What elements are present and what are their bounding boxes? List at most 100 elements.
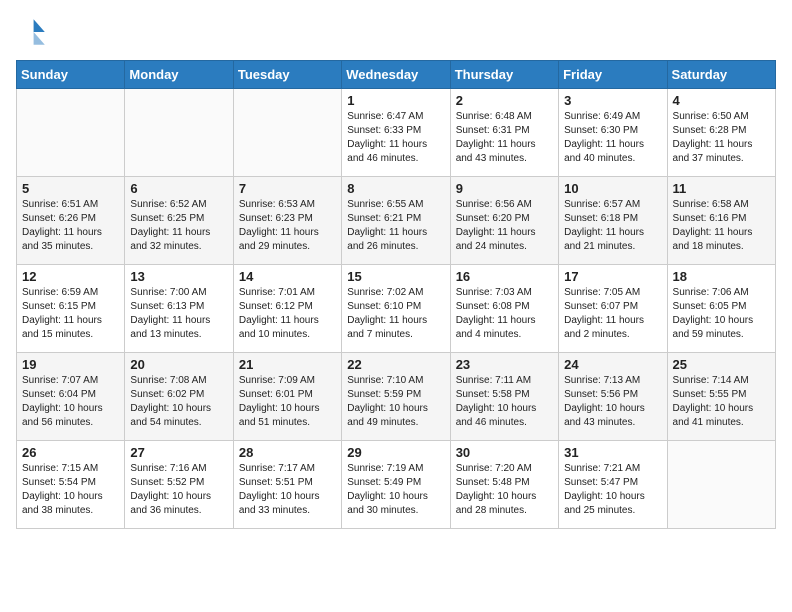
day-info: Sunrise: 6:58 AM Sunset: 6:16 PM Dayligh… bbox=[673, 198, 770, 254]
day-info: Sunrise: 7:14 AM Sunset: 5:55 PM Dayligh… bbox=[673, 374, 770, 430]
day-number: 27 bbox=[130, 445, 227, 460]
day-number: 11 bbox=[673, 181, 770, 196]
day-info: Sunrise: 6:47 AM Sunset: 6:33 PM Dayligh… bbox=[347, 110, 444, 166]
day-info: Sunrise: 6:52 AM Sunset: 6:25 PM Dayligh… bbox=[130, 198, 227, 254]
day-number: 23 bbox=[456, 357, 553, 372]
day-number: 10 bbox=[564, 181, 661, 196]
day-number: 19 bbox=[22, 357, 119, 372]
day-number: 1 bbox=[347, 93, 444, 108]
calendar-cell: 8 Sunrise: 6:55 AM Sunset: 6:21 PM Daylig… bbox=[342, 177, 450, 265]
calendar-cell: 25 Sunrise: 7:14 AM Sunset: 5:55 PM Dayli… bbox=[667, 353, 775, 441]
page-header bbox=[16, 16, 776, 48]
calendar-cell: 3 Sunrise: 6:49 AM Sunset: 6:30 PM Daylig… bbox=[559, 89, 667, 177]
day-number: 20 bbox=[130, 357, 227, 372]
day-info: Sunrise: 6:56 AM Sunset: 6:20 PM Dayligh… bbox=[456, 198, 553, 254]
day-info: Sunrise: 6:50 AM Sunset: 6:28 PM Dayligh… bbox=[673, 110, 770, 166]
day-number: 14 bbox=[239, 269, 336, 284]
day-number: 8 bbox=[347, 181, 444, 196]
calendar-cell bbox=[667, 441, 775, 529]
calendar-cell: 27Sunrise: 7:16 AM Sunset: 5:52 PM Dayli… bbox=[125, 441, 233, 529]
calendar-table: SundayMondayTuesdayWednesdayThursdayFrid… bbox=[16, 60, 776, 529]
calendar-cell: 15 Sunrise: 7:02 AM Sunset: 6:10 PM Dayli… bbox=[342, 265, 450, 353]
calendar-cell: 12 Sunrise: 6:59 AM Sunset: 6:15 PM Dayli… bbox=[17, 265, 125, 353]
weekday-header-thursday: Thursday bbox=[450, 61, 558, 89]
calendar-cell: 30 Sunrise: 7:20 AM Sunset: 5:48 PM Dayli… bbox=[450, 441, 558, 529]
day-info: Sunrise: 7:02 AM Sunset: 6:10 PM Dayligh… bbox=[347, 286, 444, 342]
calendar-cell: 2 Sunrise: 6:48 AM Sunset: 6:31 PM Daylig… bbox=[450, 89, 558, 177]
calendar-cell: 5 Sunrise: 6:51 AM Sunset: 6:26 PM Daylig… bbox=[17, 177, 125, 265]
day-info: Sunrise: 7:21 AM Sunset: 5:47 PM Dayligh… bbox=[564, 462, 661, 518]
weekday-header-friday: Friday bbox=[559, 61, 667, 89]
day-info: Sunrise: 7:03 AM Sunset: 6:08 PM Dayligh… bbox=[456, 286, 553, 342]
calendar-cell: 10 Sunrise: 6:57 AM Sunset: 6:18 PM Dayli… bbox=[559, 177, 667, 265]
day-number: 12 bbox=[22, 269, 119, 284]
day-number: 24 bbox=[564, 357, 661, 372]
calendar-cell bbox=[233, 89, 341, 177]
weekday-header-wednesday: Wednesday bbox=[342, 61, 450, 89]
calendar-cell: 23 Sunrise: 7:11 AM Sunset: 5:58 PM Dayli… bbox=[450, 353, 558, 441]
calendar-cell: 18 Sunrise: 7:06 AM Sunset: 6:05 PM Dayli… bbox=[667, 265, 775, 353]
calendar-week-row: 26 Sunrise: 7:15 AM Sunset: 5:54 PM Dayli… bbox=[17, 441, 776, 529]
weekday-header-saturday: Saturday bbox=[667, 61, 775, 89]
calendar-week-row: 1 Sunrise: 6:47 AM Sunset: 6:33 PM Daylig… bbox=[17, 89, 776, 177]
calendar-cell: 16 Sunrise: 7:03 AM Sunset: 6:08 PM Dayli… bbox=[450, 265, 558, 353]
day-info: Sunrise: 7:13 AM Sunset: 5:56 PM Dayligh… bbox=[564, 374, 661, 430]
day-info: Sunrise: 7:17 AM Sunset: 5:51 PM Dayligh… bbox=[239, 462, 336, 518]
calendar-cell: 17Sunrise: 7:05 AM Sunset: 6:07 PM Dayli… bbox=[559, 265, 667, 353]
day-info: Sunrise: 6:59 AM Sunset: 6:15 PM Dayligh… bbox=[22, 286, 119, 342]
day-number: 13 bbox=[130, 269, 227, 284]
day-info: Sunrise: 7:11 AM Sunset: 5:58 PM Dayligh… bbox=[456, 374, 553, 430]
day-info: Sunrise: 6:49 AM Sunset: 6:30 PM Dayligh… bbox=[564, 110, 661, 166]
day-number: 6 bbox=[130, 181, 227, 196]
calendar-cell: 1 Sunrise: 6:47 AM Sunset: 6:33 PM Daylig… bbox=[342, 89, 450, 177]
day-number: 5 bbox=[22, 181, 119, 196]
calendar-cell: 21Sunrise: 7:09 AM Sunset: 6:01 PM Dayli… bbox=[233, 353, 341, 441]
calendar-cell: 4 Sunrise: 6:50 AM Sunset: 6:28 PM Daylig… bbox=[667, 89, 775, 177]
calendar-cell: 22 Sunrise: 7:10 AM Sunset: 5:59 PM Dayli… bbox=[342, 353, 450, 441]
day-number: 17 bbox=[564, 269, 661, 284]
day-info: Sunrise: 7:06 AM Sunset: 6:05 PM Dayligh… bbox=[673, 286, 770, 342]
day-number: 30 bbox=[456, 445, 553, 460]
calendar-week-row: 19 Sunrise: 7:07 AM Sunset: 6:04 PM Dayli… bbox=[17, 353, 776, 441]
day-info: Sunrise: 6:57 AM Sunset: 6:18 PM Dayligh… bbox=[564, 198, 661, 254]
calendar-cell: 26 Sunrise: 7:15 AM Sunset: 5:54 PM Dayli… bbox=[17, 441, 125, 529]
day-info: Sunrise: 7:15 AM Sunset: 5:54 PM Dayligh… bbox=[22, 462, 119, 518]
calendar-week-row: 12 Sunrise: 6:59 AM Sunset: 6:15 PM Dayli… bbox=[17, 265, 776, 353]
day-info: Sunrise: 7:07 AM Sunset: 6:04 PM Dayligh… bbox=[22, 374, 119, 430]
day-number: 25 bbox=[673, 357, 770, 372]
day-info: Sunrise: 7:10 AM Sunset: 5:59 PM Dayligh… bbox=[347, 374, 444, 430]
calendar-cell: 11 Sunrise: 6:58 AM Sunset: 6:16 PM Dayli… bbox=[667, 177, 775, 265]
calendar-cell: 28Sunrise: 7:17 AM Sunset: 5:51 PM Dayli… bbox=[233, 441, 341, 529]
day-info: Sunrise: 6:48 AM Sunset: 6:31 PM Dayligh… bbox=[456, 110, 553, 166]
calendar-cell: 13 Sunrise: 7:00 AM Sunset: 6:13 PM Dayli… bbox=[125, 265, 233, 353]
calendar-week-row: 5 Sunrise: 6:51 AM Sunset: 6:26 PM Daylig… bbox=[17, 177, 776, 265]
calendar-cell: 7Sunrise: 6:53 AM Sunset: 6:23 PM Daylig… bbox=[233, 177, 341, 265]
day-number: 4 bbox=[673, 93, 770, 108]
day-info: Sunrise: 6:55 AM Sunset: 6:21 PM Dayligh… bbox=[347, 198, 444, 254]
day-number: 7 bbox=[239, 181, 336, 196]
day-number: 22 bbox=[347, 357, 444, 372]
calendar-cell: 9 Sunrise: 6:56 AM Sunset: 6:20 PM Daylig… bbox=[450, 177, 558, 265]
calendar-cell: 20Sunrise: 7:08 AM Sunset: 6:02 PM Dayli… bbox=[125, 353, 233, 441]
day-info: Sunrise: 7:20 AM Sunset: 5:48 PM Dayligh… bbox=[456, 462, 553, 518]
day-info: Sunrise: 6:51 AM Sunset: 6:26 PM Dayligh… bbox=[22, 198, 119, 254]
day-number: 21 bbox=[239, 357, 336, 372]
day-number: 26 bbox=[22, 445, 119, 460]
calendar-cell: 24 Sunrise: 7:13 AM Sunset: 5:56 PM Dayli… bbox=[559, 353, 667, 441]
calendar-cell: 31 Sunrise: 7:21 AM Sunset: 5:47 PM Dayli… bbox=[559, 441, 667, 529]
logo-icon bbox=[16, 16, 48, 48]
day-number: 15 bbox=[347, 269, 444, 284]
day-number: 2 bbox=[456, 93, 553, 108]
day-info: Sunrise: 7:01 AM Sunset: 6:12 PM Dayligh… bbox=[239, 286, 336, 342]
day-number: 31 bbox=[564, 445, 661, 460]
calendar-cell: 29Sunrise: 7:19 AM Sunset: 5:49 PM Dayli… bbox=[342, 441, 450, 529]
day-number: 3 bbox=[564, 93, 661, 108]
logo bbox=[16, 16, 52, 48]
day-number: 9 bbox=[456, 181, 553, 196]
calendar-cell: 14 Sunrise: 7:01 AM Sunset: 6:12 PM Dayli… bbox=[233, 265, 341, 353]
day-number: 18 bbox=[673, 269, 770, 284]
day-number: 16 bbox=[456, 269, 553, 284]
calendar-cell: 6 Sunrise: 6:52 AM Sunset: 6:25 PM Daylig… bbox=[125, 177, 233, 265]
day-info: Sunrise: 7:00 AM Sunset: 6:13 PM Dayligh… bbox=[130, 286, 227, 342]
calendar-cell bbox=[125, 89, 233, 177]
